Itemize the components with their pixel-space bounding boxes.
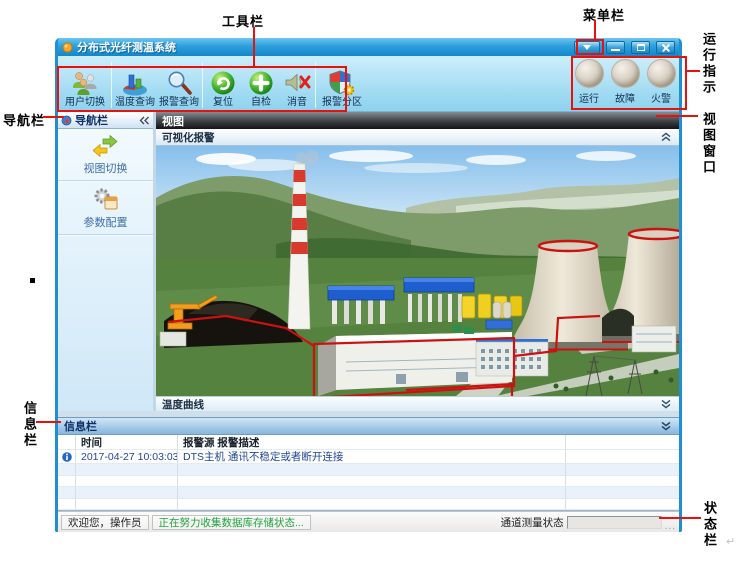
callout-status-bar: 状态栏: [700, 501, 719, 549]
app-window: 分布式光纤测温系统 用户切换: [55, 38, 682, 532]
table-header-row: 时间 报警源 报警描述: [58, 435, 679, 450]
run-lamp-icon: [575, 59, 604, 88]
indicator-fault: 故障: [610, 59, 640, 105]
close-button[interactable]: [656, 41, 675, 54]
minimize-icon: [611, 49, 620, 51]
table-row-empty[interactable]: [58, 476, 679, 488]
view-switch-icon: [92, 134, 120, 158]
resize-grip[interactable]: ...: [665, 522, 676, 532]
parameter-config-icon: [92, 186, 120, 212]
callout-toolbar: 工具栏: [222, 11, 264, 30]
title-bar[interactable]: 分布式光纤测温系统: [58, 38, 679, 56]
document-page: 分布式光纤测温系统 用户切换: [0, 0, 752, 566]
callout-nav-bar: 导航栏: [3, 110, 45, 129]
channel-status-label: 通道测量状态: [501, 515, 564, 530]
run-indicators: 运行 故障 火警: [574, 59, 676, 105]
toolbar-separator: [111, 62, 112, 108]
db-collect-status: 正在努力收集数据库存储状态...: [152, 515, 311, 530]
annotation-line-status: [659, 517, 701, 519]
annotation-line-nav: [43, 116, 64, 118]
annotation-line-toolbar: [253, 27, 255, 67]
view-header: 视图: [156, 112, 679, 129]
fault-lamp-icon: [611, 59, 640, 88]
annotation-line-view-window: [656, 115, 698, 117]
user-switch-button[interactable]: 用户切换: [60, 60, 110, 110]
window-title: 分布式光纤测温系统: [77, 39, 570, 55]
self-test-icon: [246, 69, 276, 97]
mute-icon: [282, 69, 312, 97]
plant-3d-scene: [156, 146, 679, 396]
table-row-empty[interactable]: [58, 464, 679, 476]
alarm-description: DTS主机 通讯不稳定或者断开连接: [178, 450, 566, 463]
toolbar-separator: [315, 62, 316, 108]
alarm-zone-button[interactable]: 报警分区: [317, 60, 367, 110]
column-time[interactable]: 时间: [76, 435, 178, 449]
stray-bullet-square: [30, 278, 35, 283]
menu-dropdown-button[interactable]: [574, 41, 600, 54]
table-row-empty[interactable]: [58, 487, 679, 499]
chevron-double-up-icon[interactable]: [659, 132, 673, 142]
chevron-double-down-icon[interactable]: [659, 421, 673, 431]
toolbar: 用户切换 温度查询 报警查询: [58, 56, 679, 112]
annotation-line-menu: [594, 20, 596, 39]
alarm-search-icon: [164, 69, 194, 97]
info-icon: [62, 452, 72, 462]
maximize-button[interactable]: [631, 41, 650, 54]
callout-menu-bar: 菜单栏: [583, 5, 625, 24]
collapse-left-icon[interactable]: [138, 116, 150, 125]
callout-info-bar: 信息栏: [20, 401, 39, 449]
alarm-query-button[interactable]: 报警查询: [157, 60, 201, 110]
reset-icon: [208, 69, 238, 97]
alarm-time: 2017-04-27 10:03:03: [76, 450, 178, 463]
status-bar: 欢迎您，操作员 正在努力收集数据库存储状态... 通道测量状态 ...: [58, 511, 679, 532]
view-pane: 视图 可视化报警: [156, 112, 679, 411]
chevron-double-down-icon[interactable]: [659, 399, 673, 409]
fire-lamp-icon: [647, 59, 676, 88]
indicator-fire: 火警: [646, 59, 676, 105]
main-area: 导航栏 视图切换: [58, 112, 679, 411]
maximize-icon: [637, 44, 645, 51]
reset-button[interactable]: 复位: [204, 60, 242, 110]
stray-paragraph-mark: ↵: [726, 535, 735, 548]
chevron-down-icon: [583, 45, 591, 50]
users-icon: [70, 69, 100, 97]
self-test-button[interactable]: 自检: [242, 60, 280, 110]
view-title: 视图: [162, 113, 184, 129]
table-row-empty[interactable]: [58, 499, 679, 511]
nav-title: 导航栏: [75, 112, 135, 128]
nav-item-parameter-config[interactable]: 参数配置: [58, 181, 153, 235]
table-row[interactable]: 2017-04-27 10:03:03 DTS主机 通讯不稳定或者断开连接: [58, 450, 679, 464]
indicator-run: 运行: [574, 59, 604, 105]
alarm-table: 时间 报警源 报警描述 2017-04-27 10:03:03 DTS主机 通讯…: [58, 435, 679, 511]
annotation-line-info: [36, 421, 61, 423]
navigation-pane: 导航栏 视图切换: [58, 112, 153, 411]
nav-body: 视图切换 参数配置: [58, 129, 153, 411]
minimize-button[interactable]: [606, 41, 625, 54]
app-icon: [62, 42, 73, 53]
channel-status-progress: [567, 516, 662, 529]
callout-run-indicator: 运行指示: [699, 32, 718, 96]
visual-alarm-bar[interactable]: 可视化报警: [156, 129, 679, 146]
temperature-curve-bar[interactable]: 温度曲线: [156, 396, 679, 411]
mute-button[interactable]: 消音: [280, 60, 314, 110]
nav-header: 导航栏: [58, 112, 153, 129]
callout-view-window: 视图窗口: [699, 112, 718, 176]
temperature-query-button[interactable]: 温度查询: [113, 60, 157, 110]
column-source-desc[interactable]: 报警源 报警描述: [178, 435, 566, 449]
toolbar-separator: [202, 62, 203, 108]
alarm-zone-shield-icon: [327, 69, 357, 97]
info-bar-header[interactable]: 信息栏: [58, 417, 679, 435]
visual-alarm-view[interactable]: [156, 146, 679, 396]
temperature-chart-icon: [120, 69, 150, 97]
welcome-status: 欢迎您，操作员: [61, 515, 149, 530]
nav-item-view-switch[interactable]: 视图切换: [58, 129, 153, 181]
